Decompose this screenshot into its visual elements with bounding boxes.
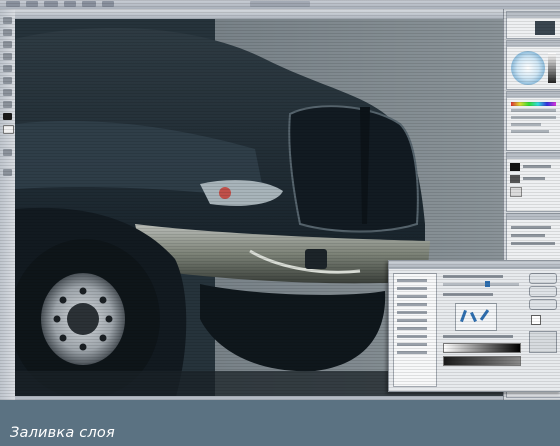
- brightness-slider[interactable]: [548, 53, 556, 83]
- navigator-thumbnail: [535, 21, 555, 35]
- option-label: [443, 293, 493, 296]
- opacity-slider[interactable]: [443, 283, 519, 286]
- style-preview-swatch: [529, 331, 557, 353]
- new-style-button[interactable]: [529, 299, 557, 310]
- truck-grille: [288, 105, 419, 233]
- color-wheel-icon[interactable]: [511, 51, 545, 85]
- layer-thumbnail[interactable]: [510, 163, 520, 171]
- color-panel[interactable]: [506, 40, 560, 90]
- style-list-item[interactable]: [397, 303, 427, 306]
- navigator-panel[interactable]: [506, 11, 560, 39]
- layers-panel[interactable]: [506, 152, 560, 212]
- caption-text: Заливка слоя: [10, 425, 115, 441]
- stamp-tool-icon[interactable]: [3, 77, 12, 84]
- marquee-tool-icon[interactable]: [3, 29, 12, 36]
- style-list-item[interactable]: [397, 319, 427, 322]
- menu-item-select[interactable]: [82, 1, 96, 7]
- fill-layer-dialog[interactable]: [388, 260, 560, 392]
- swatches-panel[interactable]: [506, 91, 560, 151]
- menu-item-edit[interactable]: [26, 1, 38, 7]
- document-title-bar[interactable]: [15, 9, 503, 19]
- option-label: [443, 275, 503, 278]
- move-tool-icon[interactable]: [3, 17, 12, 24]
- menu-item-filter[interactable]: [102, 1, 114, 7]
- brush-tool-icon[interactable]: [3, 65, 12, 72]
- style-list-item[interactable]: [397, 327, 427, 330]
- option-label: [443, 335, 513, 338]
- screen-mode-icon[interactable]: [3, 169, 12, 176]
- gradient-tool-icon[interactable]: [3, 101, 12, 108]
- slider-thumb[interactable]: [485, 281, 490, 287]
- layer-name[interactable]: [523, 165, 551, 168]
- style-list-item[interactable]: [397, 279, 427, 282]
- eraser-tool-icon[interactable]: [3, 89, 12, 96]
- crop-tool-icon[interactable]: [3, 53, 12, 60]
- cancel-button[interactable]: [529, 286, 557, 297]
- style-list-item[interactable]: [397, 335, 427, 338]
- dialog-title-bar[interactable]: [389, 261, 560, 269]
- style-list-item[interactable]: [397, 343, 427, 346]
- style-list[interactable]: [393, 273, 437, 387]
- style-list-item[interactable]: [397, 311, 427, 314]
- menu-item-file[interactable]: [6, 1, 20, 7]
- style-list-item[interactable]: [397, 287, 427, 290]
- quick-mask-icon[interactable]: [3, 149, 12, 156]
- background-color-swatch[interactable]: [3, 125, 14, 134]
- window-title: [250, 1, 310, 7]
- style-list-item[interactable]: [397, 351, 427, 354]
- screenshot: Заливка слоя: [0, 0, 560, 446]
- menu-item-image[interactable]: [44, 1, 58, 7]
- ok-button[interactable]: [529, 273, 557, 284]
- tools-palette: [0, 9, 16, 400]
- swatch-row[interactable]: [511, 102, 556, 106]
- menu-item-layer[interactable]: [64, 1, 76, 7]
- foreground-color-swatch[interactable]: [3, 113, 12, 120]
- preview-checkbox[interactable]: [531, 315, 541, 325]
- angle-control[interactable]: [455, 303, 497, 331]
- gradient-preview-2[interactable]: [443, 356, 521, 366]
- gradient-preview[interactable]: [443, 343, 521, 353]
- lasso-tool-icon[interactable]: [3, 41, 12, 48]
- style-list-item[interactable]: [397, 295, 427, 298]
